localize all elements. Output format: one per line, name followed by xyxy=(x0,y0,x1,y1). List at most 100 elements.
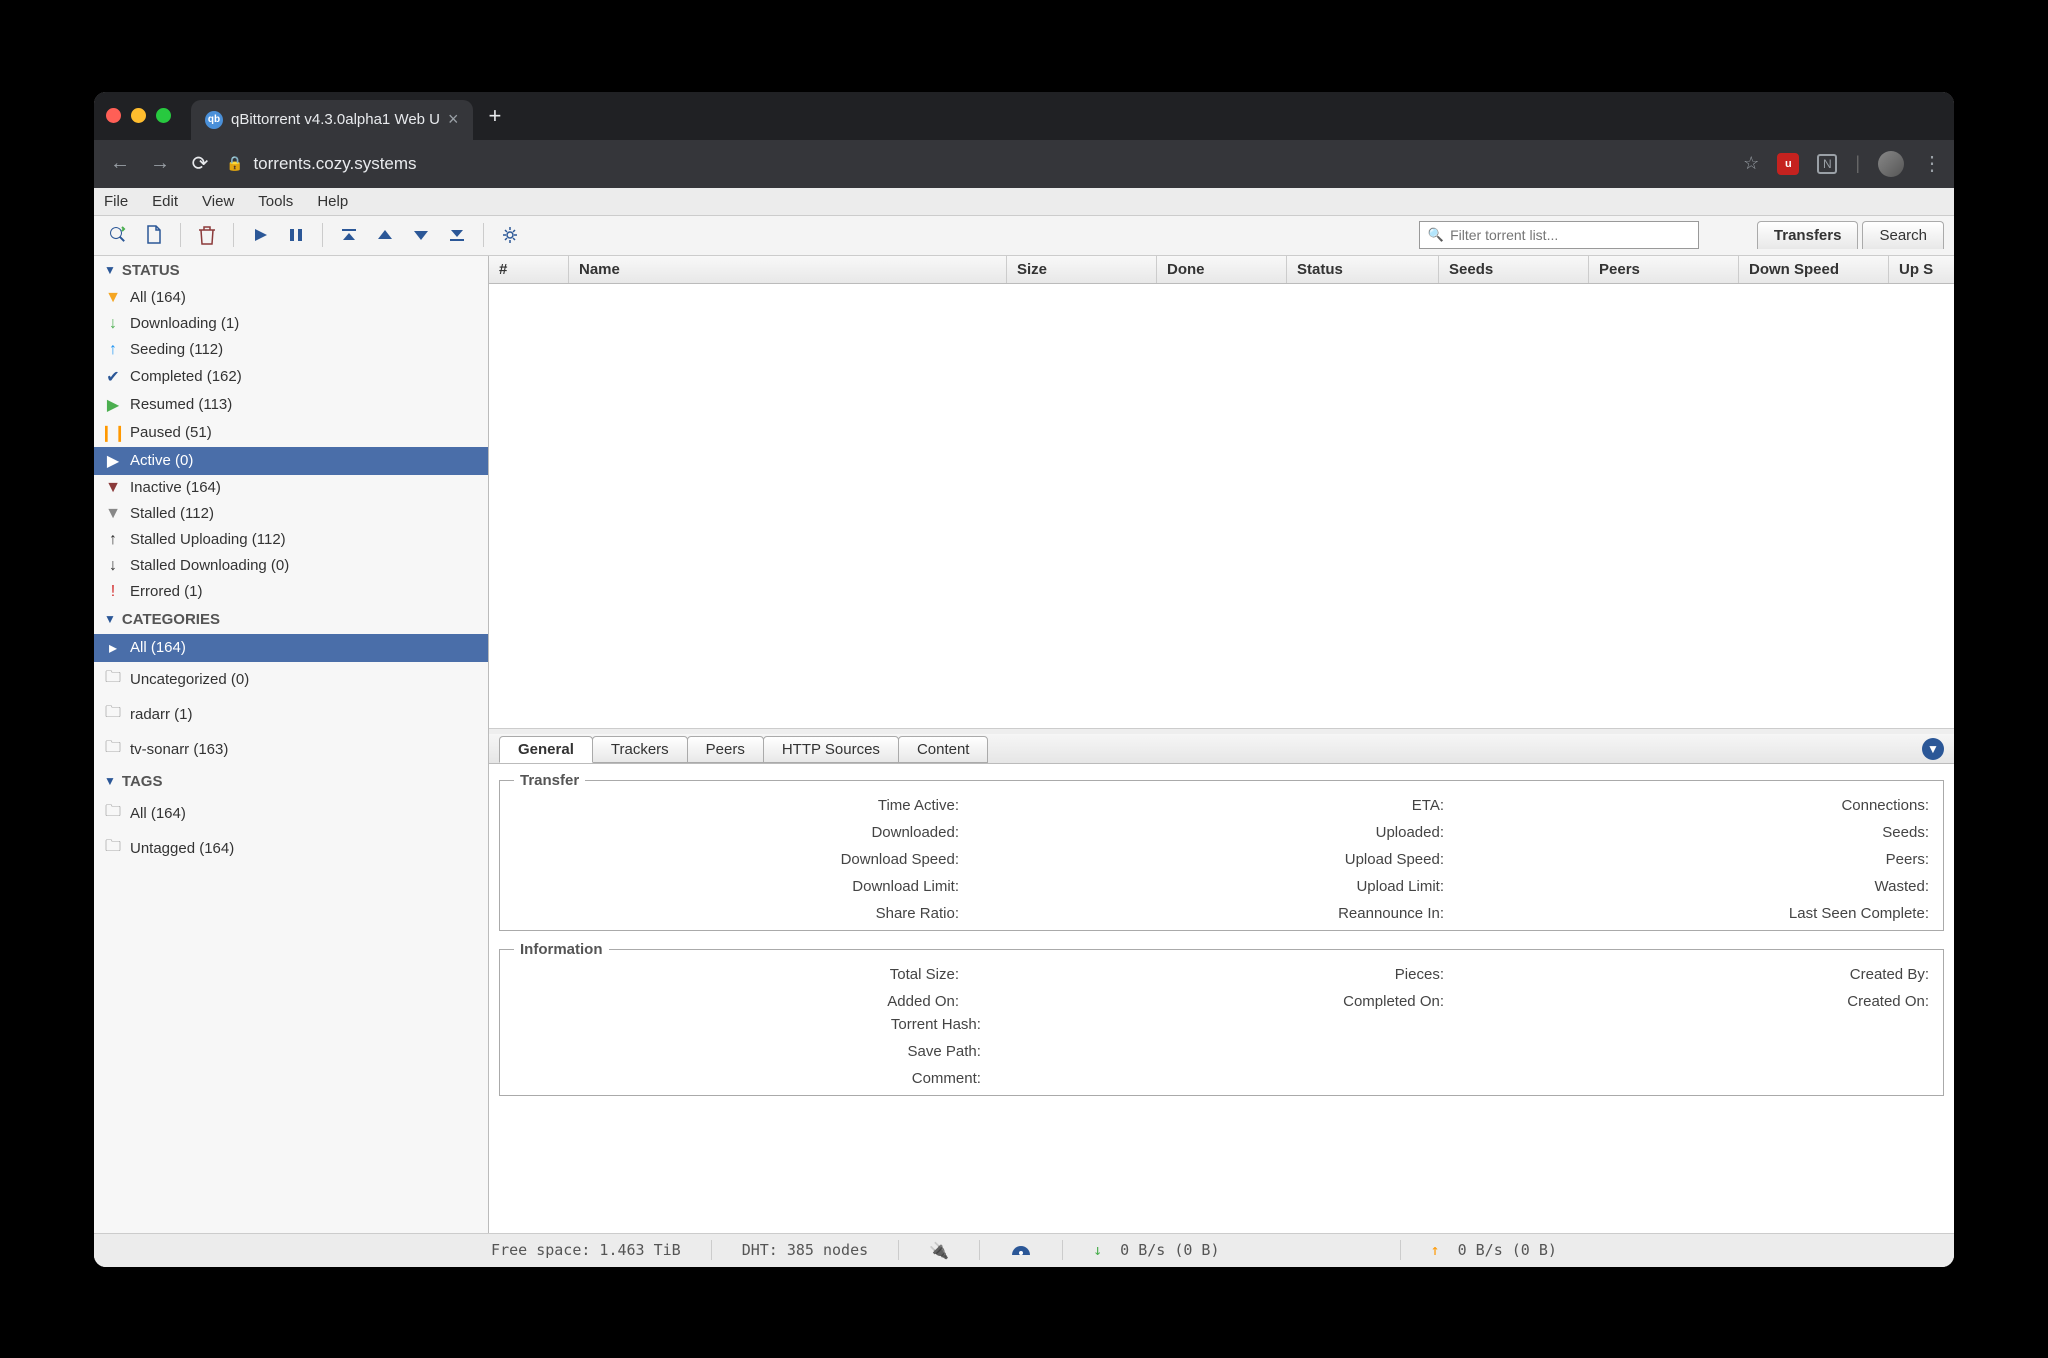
add-torrent-file-icon[interactable] xyxy=(140,221,168,249)
delete-torrent-icon[interactable] xyxy=(193,221,221,249)
qbittorrent-app: File Edit View Tools Help xyxy=(94,188,1954,1267)
tab-search[interactable]: Search xyxy=(1862,221,1944,249)
status-ul-rate[interactable]: ↑ 0 B/s (0 B) xyxy=(1431,1241,1557,1259)
qbittorrent-icon: qb xyxy=(205,111,223,129)
window-close-button[interactable] xyxy=(106,108,121,123)
sidebar-tag-item-0[interactable]: 🗀All (164) xyxy=(94,796,488,831)
sidebar-status-item-9[interactable]: ↑Stalled Uploading (112) xyxy=(94,527,488,553)
lock-icon: 🔒 xyxy=(226,155,243,172)
menu-tools[interactable]: Tools xyxy=(258,193,293,210)
detail-tab-content[interactable]: Content xyxy=(898,736,989,763)
browser-menu-icon[interactable]: ⋮ xyxy=(1922,151,1942,176)
collapse-details-icon[interactable]: ▼ xyxy=(1922,738,1944,760)
profile-avatar[interactable] xyxy=(1878,151,1904,177)
menu-help[interactable]: Help xyxy=(317,193,348,210)
sidebar-status-item-icon: ▼ xyxy=(104,289,122,307)
detail-tab-peers[interactable]: Peers xyxy=(687,736,764,763)
sidebar-category-item-icon: 🗀 xyxy=(104,736,122,763)
sidebar-status-item-6[interactable]: ▶Active (0) xyxy=(94,447,488,475)
notion-icon[interactable]: N xyxy=(1817,154,1837,174)
status-free-space: Free space: 1.463 TiB xyxy=(491,1241,681,1259)
col-peers[interactable]: Peers xyxy=(1589,256,1739,283)
connection-icon[interactable]: 🔌 xyxy=(929,1241,949,1260)
sidebar-status-item-icon: ❙❙ xyxy=(104,423,122,443)
sidebar-tag-item-1[interactable]: 🗀Untagged (164) xyxy=(94,831,488,866)
col-num[interactable]: # xyxy=(489,256,569,283)
move-up-icon[interactable] xyxy=(371,221,399,249)
sidebar-status-item-4[interactable]: ▶Resumed (113) xyxy=(94,391,488,419)
label-wasted: Wasted: xyxy=(1484,878,1929,895)
add-torrent-link-icon[interactable] xyxy=(104,221,132,249)
filter-input[interactable] xyxy=(1450,227,1690,243)
detail-tab-general[interactable]: General xyxy=(499,736,593,763)
sidebar-status-item-icon: ↓ xyxy=(104,557,122,575)
addr-right: ☆ u N | ⋮ xyxy=(1743,151,1942,177)
sidebar-status-item-10[interactable]: ↓Stalled Downloading (0) xyxy=(94,553,488,579)
sidebar-status-item-2[interactable]: ↑Seeding (112) xyxy=(94,337,488,363)
col-size[interactable]: Size xyxy=(1007,256,1157,283)
url-text: torrents.cozy.systems xyxy=(253,154,416,174)
sidebar-status-header[interactable]: ▼ STATUS xyxy=(94,256,488,285)
move-down-icon[interactable] xyxy=(407,221,435,249)
label-dl-limit: Download Limit: xyxy=(514,878,959,895)
close-tab-icon[interactable]: × xyxy=(448,109,459,130)
window-maximize-button[interactable] xyxy=(156,108,171,123)
sidebar: ▼ STATUS ▼All (164)↓Downloading (1)↑Seed… xyxy=(94,256,489,1233)
alt-speed-icon[interactable] xyxy=(1010,1241,1032,1260)
torrent-list[interactable] xyxy=(489,284,1954,729)
label-pieces: Pieces: xyxy=(999,966,1444,983)
sidebar-status-item-7[interactable]: ▼Inactive (164) xyxy=(94,475,488,501)
sidebar-tags-header[interactable]: ▼ TAGS xyxy=(94,767,488,796)
sidebar-category-item-2[interactable]: 🗀radarr (1) xyxy=(94,697,488,732)
sidebar-category-item-1[interactable]: 🗀Uncategorized (0) xyxy=(94,662,488,697)
menu-file[interactable]: File xyxy=(104,193,128,210)
filter-box[interactable]: 🔍 xyxy=(1419,221,1699,249)
tab-title: qBittorrent v4.3.0alpha1 Web U xyxy=(231,111,440,128)
sidebar-status-item-label: Stalled Uploading (112) xyxy=(130,531,286,548)
column-headers: # Name Size Done Status Seeds Peers Down… xyxy=(489,256,1954,284)
col-status[interactable]: Status xyxy=(1287,256,1439,283)
status-dht: DHT: 385 nodes xyxy=(742,1241,868,1259)
transfer-fieldset: Transfer Time Active: ETA: Connections: … xyxy=(499,772,1944,931)
menu-edit[interactable]: Edit xyxy=(152,193,178,210)
move-bottom-icon[interactable] xyxy=(443,221,471,249)
sidebar-status-item-8[interactable]: ▼Stalled (112) xyxy=(94,501,488,527)
sidebar-status-item-0[interactable]: ▼All (164) xyxy=(94,285,488,311)
nav-back-button[interactable]: ← xyxy=(106,152,134,175)
nav-reload-button[interactable]: ⟳ xyxy=(186,151,214,176)
sidebar-category-item-3[interactable]: 🗀tv-sonarr (163) xyxy=(94,732,488,767)
new-tab-button[interactable]: + xyxy=(473,103,518,129)
detail-pane: Transfer Time Active: ETA: Connections: … xyxy=(489,764,1954,1233)
sidebar-categories-header[interactable]: ▼ CATEGORIES xyxy=(94,605,488,634)
ublock-icon[interactable]: u xyxy=(1777,153,1799,175)
window-minimize-button[interactable] xyxy=(131,108,146,123)
pause-icon[interactable] xyxy=(282,221,310,249)
app-menu-bar: File Edit View Tools Help xyxy=(94,188,1954,216)
sidebar-category-item-0[interactable]: ▸All (164) xyxy=(94,634,488,662)
col-name[interactable]: Name xyxy=(569,256,1007,283)
sidebar-tag-item-label: All (164) xyxy=(130,805,186,822)
col-seeds[interactable]: Seeds xyxy=(1439,256,1589,283)
resume-icon[interactable] xyxy=(246,221,274,249)
bookmark-star-icon[interactable]: ☆ xyxy=(1743,153,1759,174)
sidebar-status-item-3[interactable]: ✔Completed (162) xyxy=(94,363,488,391)
sidebar-status-item-11[interactable]: !Errored (1) xyxy=(94,579,488,605)
browser-tab[interactable]: qb qBittorrent v4.3.0alpha1 Web U × xyxy=(191,100,473,140)
status-dl-rate[interactable]: ↓ 0 B/s (0 B) xyxy=(1093,1241,1219,1259)
settings-icon[interactable] xyxy=(496,221,524,249)
sidebar-status-item-1[interactable]: ↓Downloading (1) xyxy=(94,311,488,337)
col-done[interactable]: Done xyxy=(1157,256,1287,283)
detail-tab-trackers[interactable]: Trackers xyxy=(592,736,688,763)
sidebar-status-item-5[interactable]: ❙❙Paused (51) xyxy=(94,419,488,447)
url-field[interactable]: 🔒 torrents.cozy.systems xyxy=(226,154,1731,174)
sidebar-category-item-icon: ▸ xyxy=(104,638,122,658)
menu-view[interactable]: View xyxy=(202,193,234,210)
nav-forward-button[interactable]: → xyxy=(146,152,174,175)
col-up[interactable]: Up S xyxy=(1889,256,1954,283)
move-top-icon[interactable] xyxy=(335,221,363,249)
tab-transfers[interactable]: Transfers xyxy=(1757,221,1859,249)
col-down[interactable]: Down Speed xyxy=(1739,256,1889,283)
sidebar-status-item-label: Errored (1) xyxy=(130,583,203,600)
detail-tab-http[interactable]: HTTP Sources xyxy=(763,736,899,763)
label-uploaded: Uploaded: xyxy=(999,824,1444,841)
